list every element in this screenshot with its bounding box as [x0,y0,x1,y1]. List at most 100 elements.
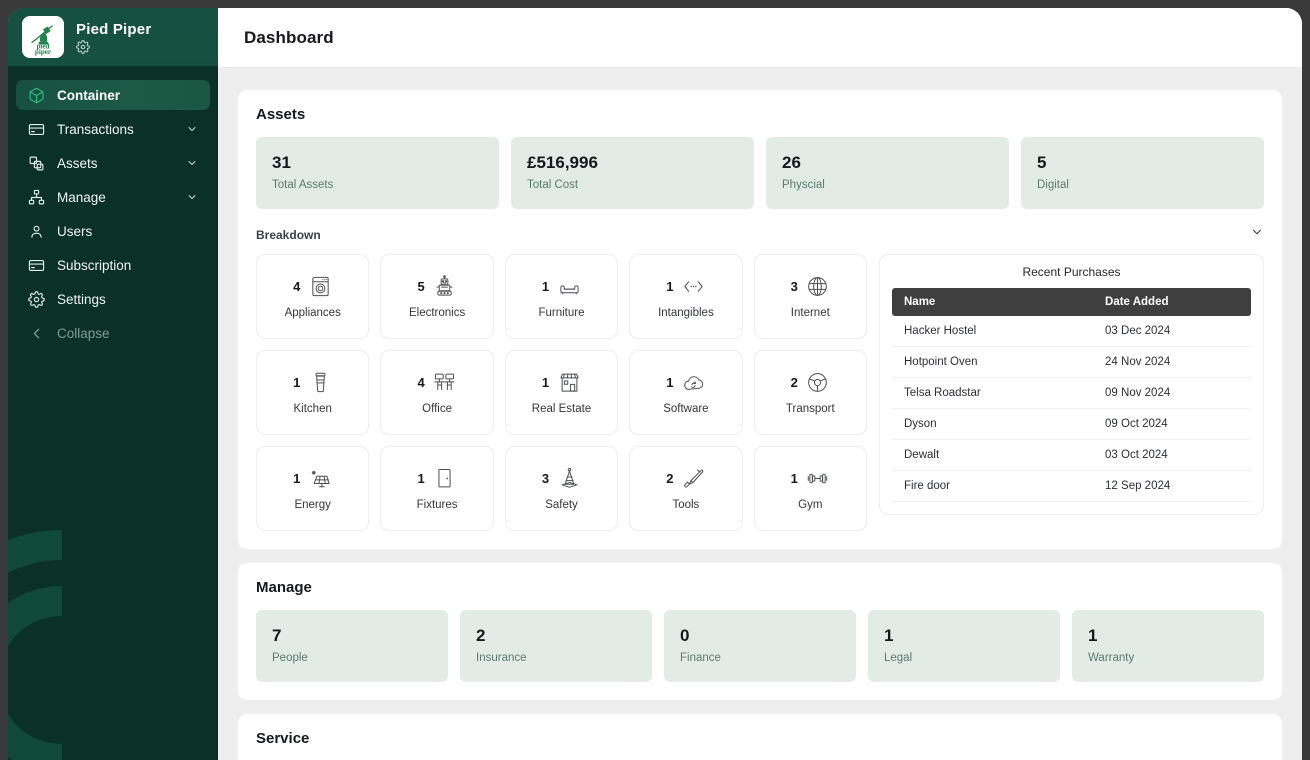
dumbbell-icon [806,466,830,490]
tile-label: Internet [790,307,830,319]
stat-value: 7 [272,626,282,645]
pied-piper-logo: pied piper [22,16,64,58]
stat-card[interactable]: 31 Total Assets [256,137,499,209]
category-tile-tools[interactable]: 2 Tools [629,446,743,531]
app-window: pied piper Pied Piper Container Transact… [8,8,1302,760]
tile-label: Kitchen [293,403,332,415]
tile-label: Safety [545,499,578,511]
chevron-down-icon[interactable] [1250,225,1264,244]
stat-label: Legal [884,652,913,664]
category-tile-energy[interactable]: 1 Energy [256,446,370,531]
door-icon [433,466,457,490]
cell-name: Hacker Hostel [892,316,1094,347]
desks-icon [433,370,457,394]
stat-card[interactable]: £516,996 Total Cost [511,137,754,209]
washing-machine-icon [308,274,332,298]
table-row[interactable]: Dewalt 03 Oct 2024 [892,439,1251,471]
tile-count: 3 [541,470,550,486]
sidebar-collapse-button[interactable]: Collapse [16,318,210,348]
stat-label: Warranty [1088,652,1135,664]
stat-label: Physcial [782,179,825,191]
stat-card[interactable]: 5 Digital [1021,137,1264,209]
gear-icon[interactable] [76,39,90,54]
stat-card[interactable]: 0 Finance [664,610,856,682]
cell-name: Dyson [892,408,1094,440]
chevron-down-icon[interactable] [186,157,198,169]
category-tile-real-estate[interactable]: 1 Real Estate [504,350,619,435]
category-tile-software[interactable]: 1 Software [629,350,743,435]
category-tile-furniture[interactable]: 1 Furniture [504,254,619,339]
sidebar-item-transactions[interactable]: Transactions [16,114,210,144]
stat-card[interactable]: 26 Physcial [766,137,1009,209]
stat-card[interactable]: 1 Warranty [1072,610,1264,682]
chevron-down-icon[interactable] [186,191,198,203]
stat-value: 0 [680,626,690,645]
sidebar-item-settings[interactable]: Settings [16,284,210,314]
category-tile-gym[interactable]: 1 Gym [753,446,867,531]
brand-header[interactable]: pied piper Pied Piper [8,8,218,66]
tile-label: Real Estate [531,403,592,415]
tile-count: 2 [790,374,798,390]
sidebar-item-users[interactable]: Users [16,216,210,246]
category-tile-kitchen[interactable]: 1 Kitchen [256,350,370,435]
tile-count: 1 [293,374,301,390]
cell-date: 03 Dec 2024 [1093,316,1251,347]
gear-icon [28,290,45,308]
cell-name: Fire door [892,470,1094,502]
table-row[interactable]: Fire door 12 Sep 2024 [892,470,1251,502]
column-header-name[interactable]: Name [892,288,1094,316]
category-tile-fixtures[interactable]: 1 Fixtures [380,446,494,531]
stat-value: 31 [272,153,291,172]
stat-card[interactable]: 1 Legal [868,610,1060,682]
category-tile-office[interactable]: 4 Office [380,350,494,435]
stat-card[interactable]: 7 People [256,610,448,682]
sidebar-item-container[interactable]: Container [16,80,210,110]
tile-label: Office [422,403,452,415]
breakdown-toggle[interactable]: Breakdown [256,225,1264,244]
sidebar-item-label: Settings [57,291,106,307]
stat-value: £516,996 [527,153,598,172]
tile-label: Tools [672,499,700,511]
content-scroll: Assets 31 Total Assets £516,996 Total Co… [218,68,1302,760]
sofa-icon [557,274,581,298]
main-area: Dashboard Assets 31 Total Assets £516,99… [218,8,1302,760]
table-row[interactable]: Telsa Roadstar 09 Nov 2024 [892,377,1251,409]
stat-card[interactable]: 2 Insurance [460,610,652,682]
sidebar-item-assets[interactable]: Assets [16,148,210,178]
category-tile-intangibles[interactable]: 1 Intangibles [629,254,743,339]
category-tile-appliances[interactable]: 4 Appliances [256,254,370,339]
category-tile-safety[interactable]: 3 Safety [504,446,619,531]
category-tile-electronics[interactable]: 5 Electronics [380,254,494,339]
stat-value: 26 [782,153,801,172]
category-tile-internet[interactable]: 3 Internet [753,254,867,339]
cell-date: 03 Oct 2024 [1093,439,1251,471]
cell-date: 12 Sep 2024 [1093,470,1251,502]
tile-label: Gym [798,499,823,511]
sidebar-item-label: Assets [57,155,98,171]
tile-label: Intangibles [658,307,714,319]
cell-date: 24 Nov 2024 [1093,346,1251,378]
table-row[interactable]: Hacker Hostel 03 Dec 2024 [892,316,1251,347]
sidebar-item-label: Transactions [57,121,134,137]
assets-panel-title: Assets [256,106,306,123]
table-row[interactable]: Hotpoint Oven 24 Nov 2024 [892,346,1251,378]
category-tile-grid: 4 Appliances 5 Electronics 1 Furniture 1… [256,254,867,531]
sidebar: pied piper Pied Piper Container Transact… [8,8,218,760]
column-header-date[interactable]: Date Added [1093,288,1251,316]
chevron-down-icon[interactable] [186,123,198,135]
manage-panel: Manage 7 People 2 Insurance 0 Finance 1 … [238,563,1282,700]
cell-date: 09 Oct 2024 [1093,408,1251,440]
cloud-sync-icon [682,370,706,394]
tile-label: Energy [294,499,331,511]
sidebar-item-subscription[interactable]: Subscription [16,250,210,280]
tile-label: Furniture [538,307,585,319]
tile-count: 1 [790,470,798,486]
cell-name: Telsa Roadstar [892,377,1094,409]
table-row[interactable]: Dyson 09 Oct 2024 [892,408,1251,440]
assets-panel: Assets 31 Total Assets £516,996 Total Co… [238,90,1282,549]
category-tile-transport[interactable]: 2 Transport [753,350,867,435]
sidebar-item-manage[interactable]: Manage [16,182,210,212]
tile-count: 4 [293,278,301,294]
user-icon [28,223,45,240]
tile-count: 1 [541,374,550,390]
